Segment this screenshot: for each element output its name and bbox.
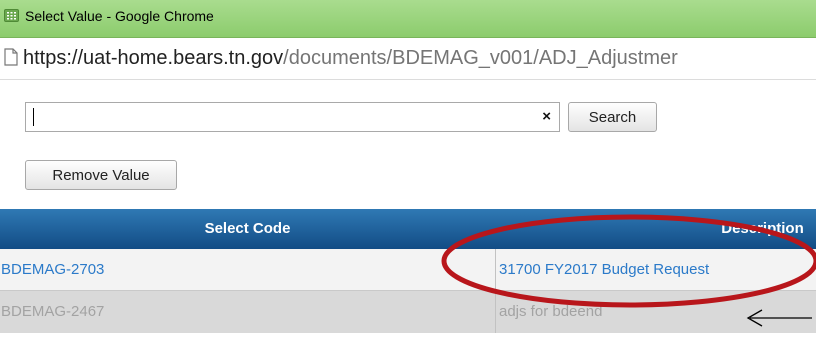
table-header: Select Code Description (0, 209, 816, 249)
column-header-description[interactable]: Description (495, 209, 816, 249)
text-cursor (33, 108, 34, 126)
search-field[interactable]: × (25, 102, 560, 132)
description-link[interactable]: adjs for bdeend (495, 291, 816, 333)
address-bar[interactable]: https://uat-home.bears.tn.gov/documents/… (0, 38, 816, 80)
url-text[interactable]: https://uat-home.bears.tn.gov/documents/… (23, 47, 678, 70)
table-row[interactable]: BDEMAG-2467 adjs for bdeend (0, 291, 816, 333)
select-value-dialog: × Search Remove Value Select Code Descri… (0, 81, 816, 354)
search-input[interactable] (26, 103, 559, 131)
chrome-app-icon (4, 9, 19, 22)
code-link[interactable]: BDEMAG-2467 (0, 291, 494, 333)
search-button[interactable]: Search (568, 102, 657, 132)
url-path: /documents/BDEMAG_v001/ADJ_Adjustmer (283, 47, 678, 69)
window-titlebar: Select Value - Google Chrome (0, 0, 816, 38)
window-title: Select Value - Google Chrome (25, 8, 214, 24)
url-host: https://uat-home.bears.tn.gov (23, 47, 284, 69)
column-header-select-code[interactable]: Select Code (0, 209, 495, 249)
clear-icon[interactable]: × (542, 109, 551, 125)
table-row[interactable]: BDEMAG-2703 31700 FY2017 Budget Request (0, 249, 816, 291)
page-icon (4, 48, 18, 71)
code-link[interactable]: BDEMAG-2703 (0, 249, 494, 291)
description-link[interactable]: 31700 FY2017 Budget Request (495, 249, 816, 291)
remove-value-button[interactable]: Remove Value (25, 160, 177, 190)
